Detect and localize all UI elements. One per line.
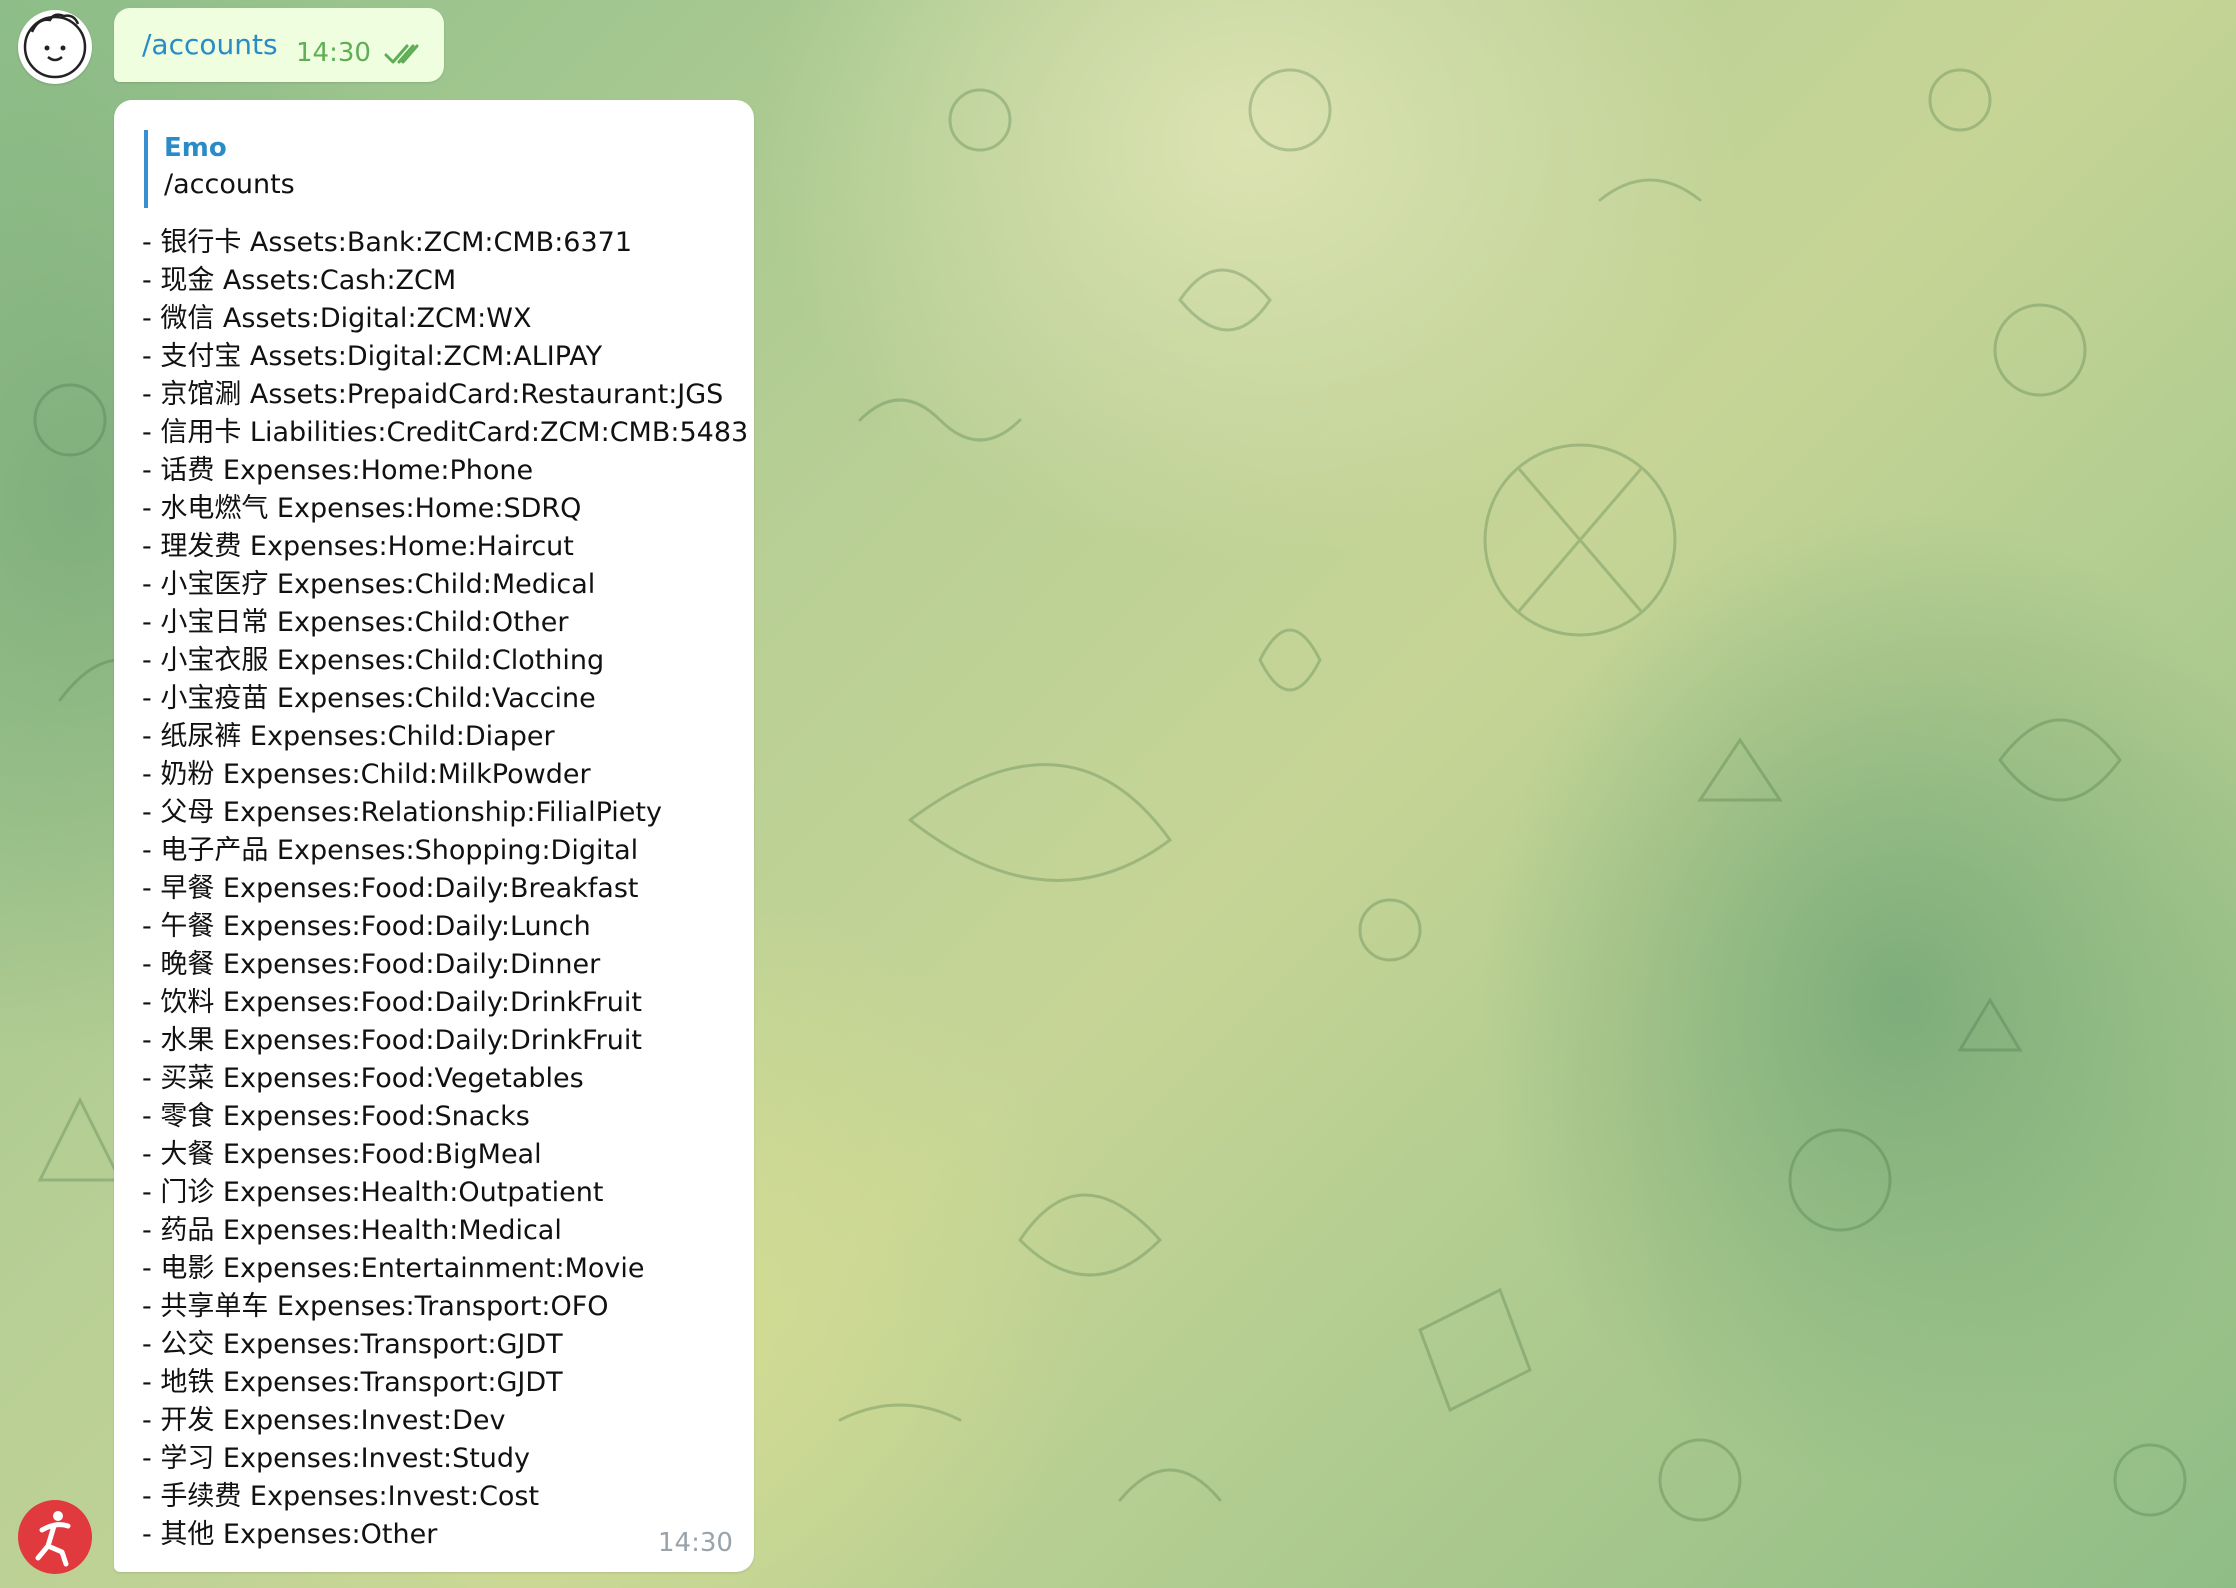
list-item: - 电影 Expenses:Entertainment:Movie bbox=[142, 1253, 645, 1284]
list-item: - 晚餐 Expenses:Food:Daily:Dinner bbox=[142, 949, 601, 980]
list-item: - 信用卡 Liabilities:CreditCard:ZCM:CMB:548… bbox=[142, 417, 749, 448]
list-item: - 早餐 Expenses:Food:Daily:Breakfast bbox=[142, 873, 639, 904]
list-item: - 微信 Assets:Digital:ZCM:WX bbox=[142, 303, 532, 334]
list-item: - 小宝医疗 Expenses:Child:Medical bbox=[142, 569, 596, 600]
list-item: - 水电燃气 Expenses:Home:SDRQ bbox=[142, 493, 582, 524]
list-item: - 纸尿裤 Expenses:Child:Diaper bbox=[142, 721, 555, 752]
list-item: - 学习 Expenses:Invest:Study bbox=[142, 1443, 531, 1474]
list-item: - 开发 Expenses:Invest:Dev bbox=[142, 1405, 506, 1436]
list-item: - 现金 Assets:Cash:ZCM bbox=[142, 265, 457, 296]
list-item: - 理发费 Expenses:Home:Haircut bbox=[142, 531, 574, 562]
running-figure-icon bbox=[35, 1511, 71, 1567]
list-item: - 大餐 Expenses:Food:BigMeal bbox=[142, 1139, 542, 1170]
list-item: - 小宝疫苗 Expenses:Child:Vaccine bbox=[142, 683, 596, 714]
smiley-face-icon bbox=[23, 13, 87, 79]
list-item: - 地铁 Expenses:Transport:GJDT bbox=[142, 1367, 563, 1398]
list-item: - 手续费 Expenses:Invest:Cost bbox=[142, 1481, 540, 1512]
list-item: - 父母 Expenses:Relationship:FilialPiety bbox=[142, 797, 662, 828]
list-item: - 话费 Expenses:Home:Phone bbox=[142, 455, 534, 486]
outgoing-message-text[interactable]: /accounts bbox=[142, 28, 278, 61]
reply-author: Emo bbox=[164, 133, 227, 163]
account-list: - 银行卡 Assets:Bank:ZCM:CMB:6371 - 现金 Asse… bbox=[142, 224, 748, 1554]
list-item: - 买菜 Expenses:Food:Vegetables bbox=[142, 1063, 584, 1094]
list-item: - 饮料 Expenses:Food:Daily:DrinkFruit bbox=[142, 987, 642, 1018]
list-item: - 奶粉 Expenses:Child:MilkPowder bbox=[142, 759, 591, 790]
list-item: - 小宝衣服 Expenses:Child:Clothing bbox=[142, 645, 605, 676]
list-item: - 门诊 Expenses:Health:Outpatient bbox=[142, 1177, 604, 1208]
list-item: - 银行卡 Assets:Bank:ZCM:CMB:6371 bbox=[142, 227, 633, 258]
list-item: - 共享单车 Expenses:Transport:OFO bbox=[142, 1291, 609, 1322]
list-item: - 小宝日常 Expenses:Child:Other bbox=[142, 607, 569, 638]
bot-avatar[interactable] bbox=[18, 1500, 92, 1574]
list-item: - 药品 Expenses:Health:Medical bbox=[142, 1215, 562, 1246]
list-item: - 水果 Expenses:Food:Daily:DrinkFruit bbox=[142, 1025, 642, 1056]
list-item: - 京馆涮 Assets:PrepaidCard:Restaurant:JGS bbox=[142, 379, 724, 410]
user-avatar[interactable] bbox=[18, 10, 92, 84]
double-check-icon bbox=[384, 42, 426, 70]
outgoing-message-bubble[interactable]: /accounts 14:30 bbox=[114, 8, 444, 82]
list-item: - 公交 Expenses:Transport:GJDT bbox=[142, 1329, 563, 1360]
list-item: - 午餐 Expenses:Food:Daily:Lunch bbox=[142, 911, 591, 942]
list-item: - 电子产品 Expenses:Shopping:Digital bbox=[142, 835, 639, 866]
outgoing-message-time: 14:30 bbox=[296, 38, 371, 68]
reply-quote[interactable]: Emo /accounts bbox=[144, 130, 704, 208]
list-item: - 零食 Expenses:Food:Snacks bbox=[142, 1101, 530, 1132]
incoming-message-bubble[interactable]: Emo /accounts - 银行卡 Assets:Bank:ZCM:CMB:… bbox=[114, 100, 754, 1572]
list-item: - 支付宝 Assets:Digital:ZCM:ALIPAY bbox=[142, 341, 603, 372]
incoming-message-time: 14:30 bbox=[658, 1528, 733, 1558]
reply-quoted-text: /accounts bbox=[164, 169, 295, 200]
